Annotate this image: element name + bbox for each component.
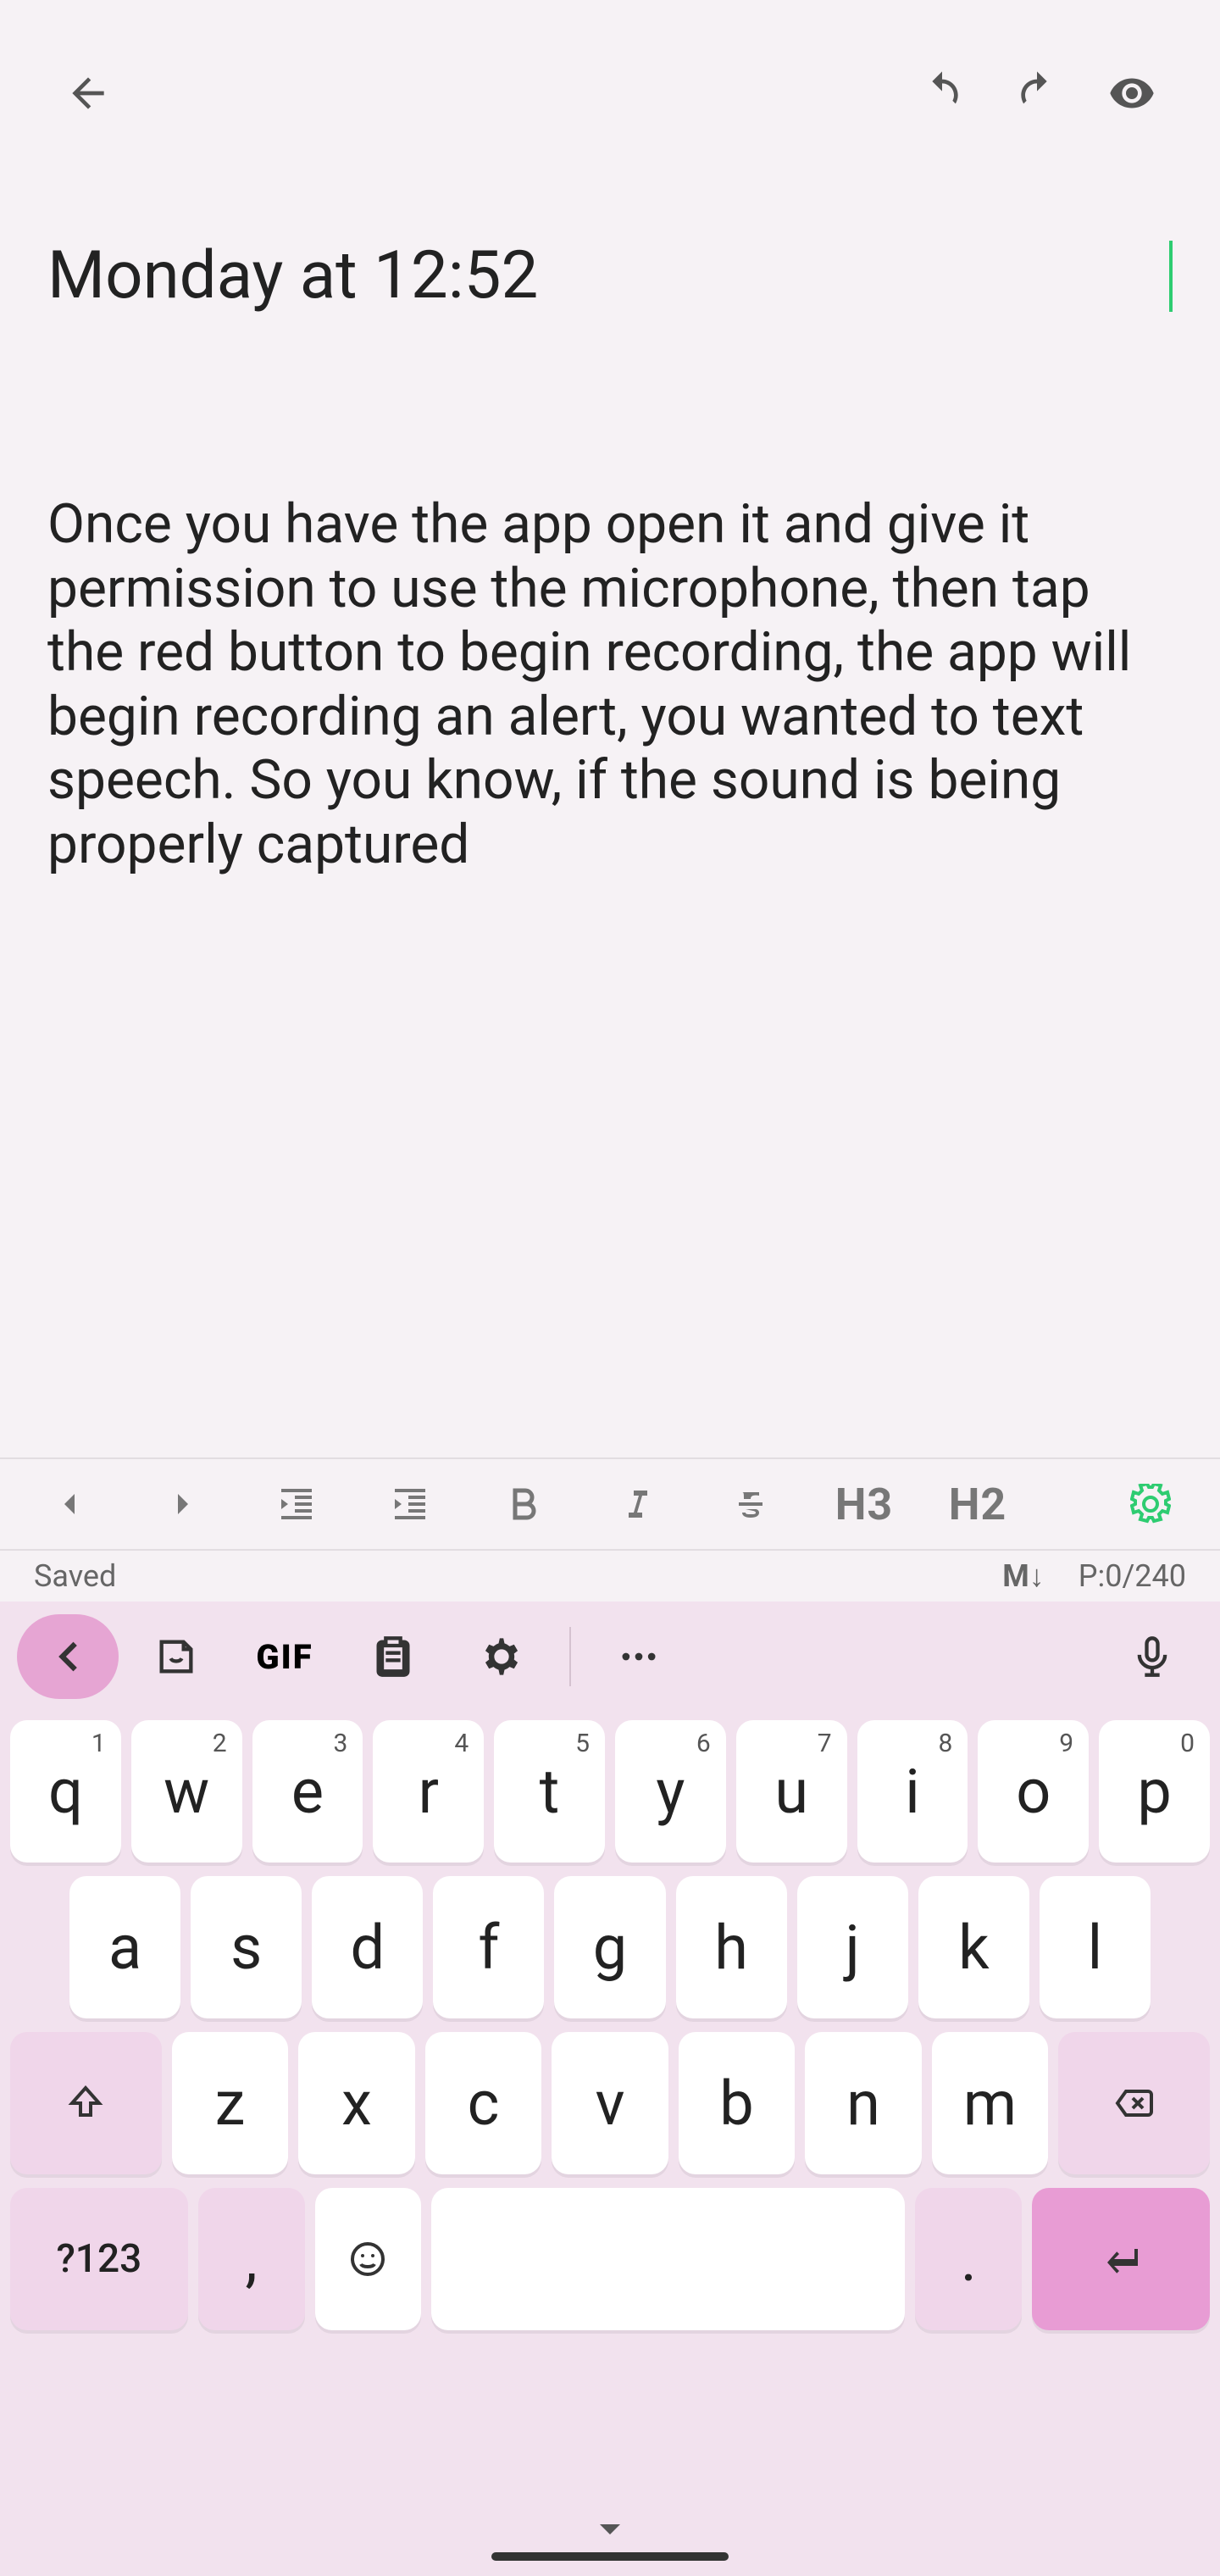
comma-key[interactable]: , (198, 2188, 305, 2330)
app-bar (0, 0, 1220, 153)
undo-icon (918, 69, 966, 117)
stickers-button[interactable] (125, 1614, 227, 1699)
key-a[interactable]: a (69, 1876, 180, 2018)
position-counter: P:0/240 (1079, 1558, 1186, 1594)
chevron-down-icon (590, 2509, 630, 2550)
shift-key[interactable] (10, 2032, 162, 2174)
indent-icon (390, 1484, 430, 1524)
status-bar: Saved M↓ P:0/240 (0, 1551, 1220, 1602)
gear-icon (1130, 1484, 1171, 1524)
back-button[interactable] (51, 56, 125, 130)
period-key[interactable]: . (915, 2188, 1022, 2330)
italic-button[interactable] (602, 1468, 673, 1540)
sticker-icon (154, 1635, 198, 1679)
dismiss-keyboard-button[interactable] (0, 2483, 1220, 2576)
key-r[interactable]: r4 (373, 1720, 484, 1863)
key-b[interactable]: b (679, 2032, 796, 2174)
format-settings-button[interactable] (1115, 1468, 1186, 1540)
eye-icon (1108, 69, 1156, 117)
key-m[interactable]: m (932, 2032, 1049, 2174)
key-f[interactable]: f (433, 1876, 544, 2018)
gear-icon (480, 1635, 524, 1679)
redo-button[interactable] (1000, 56, 1074, 130)
enter-key[interactable] (1032, 2188, 1210, 2330)
clipboard-button[interactable] (342, 1614, 444, 1699)
gesture-nav-bar (491, 2552, 729, 2561)
outdent-icon (276, 1484, 317, 1524)
symbols-key[interactable]: ?123 (10, 2188, 188, 2330)
key-i[interactable]: i8 (857, 1720, 968, 1863)
chevron-left-icon (49, 1484, 90, 1524)
backspace-key[interactable] (1058, 2032, 1210, 2174)
soft-keyboard: GIF q1w2e3r4t5y6u7i8o9p0 asdfghjkl zxcvb… (0, 1602, 1220, 2576)
save-status: Saved (34, 1558, 116, 1594)
key-n[interactable]: n (805, 2032, 922, 2174)
keyboard-row-4: ?123 , . (10, 2188, 1210, 2330)
bold-button[interactable] (488, 1468, 559, 1540)
mic-icon (1130, 1635, 1174, 1679)
key-t[interactable]: t5 (494, 1720, 605, 1863)
enter-icon (1101, 2239, 1141, 2279)
chevron-left-icon (46, 1635, 90, 1679)
smile-icon (347, 2239, 388, 2279)
voice-input-button[interactable] (1101, 1614, 1203, 1699)
chevron-right-icon (163, 1484, 203, 1524)
indent-button[interactable] (374, 1468, 446, 1540)
text-cursor (1169, 241, 1173, 312)
key-o[interactable]: o9 (978, 1720, 1089, 1863)
heading2-button[interactable]: H2 (942, 1468, 1013, 1540)
keyboard-row-3: zxcvbnm (10, 2032, 1210, 2174)
outdent-button[interactable] (261, 1468, 332, 1540)
key-s[interactable]: s (191, 1876, 302, 2018)
strikethrough-button[interactable] (715, 1468, 786, 1540)
note-title-input[interactable]: Monday at 12:52 (47, 153, 1173, 314)
heading3-button[interactable]: H3 (829, 1468, 900, 1540)
editor-area: Monday at 12:52 Once you have the app op… (0, 153, 1220, 1001)
key-x[interactable]: x (298, 2032, 415, 2174)
key-p[interactable]: p0 (1099, 1720, 1210, 1863)
emoji-key[interactable] (315, 2188, 422, 2330)
key-e[interactable]: e3 (252, 1720, 363, 1863)
formatting-toolbar: H3 H2 (0, 1457, 1220, 1551)
key-y[interactable]: y6 (615, 1720, 726, 1863)
key-g[interactable]: g (554, 1876, 665, 2018)
keyboard-row-1: q1w2e3r4t5y6u7i8o9p0 (10, 1720, 1210, 1863)
key-v[interactable]: v (552, 2032, 668, 2174)
more-tools-button[interactable] (588, 1614, 690, 1699)
keyboard-row-2: asdfghjkl (10, 1876, 1210, 2018)
note-body-input[interactable]: Once you have the app open it and give i… (47, 492, 1173, 1001)
key-u[interactable]: u7 (736, 1720, 847, 1863)
key-h[interactable]: h (676, 1876, 787, 2018)
scroll-right-button[interactable] (147, 1468, 219, 1540)
collapse-tools-button[interactable] (17, 1614, 119, 1699)
italic-icon (617, 1484, 657, 1524)
undo-button[interactable] (905, 56, 979, 130)
keyboard-settings-button[interactable] (451, 1614, 552, 1699)
redo-icon (1013, 69, 1061, 117)
scroll-left-button[interactable] (34, 1468, 105, 1540)
key-k[interactable]: k (918, 1876, 1029, 2018)
more-horizontal-icon (617, 1635, 661, 1679)
backspace-icon (1114, 2083, 1155, 2124)
separator (569, 1627, 571, 1686)
arrow-left-icon (64, 69, 112, 117)
gif-button[interactable]: GIF (234, 1614, 336, 1699)
key-c[interactable]: c (425, 2032, 542, 2174)
keyboard-tool-row: GIF (0, 1602, 1220, 1712)
key-w[interactable]: w2 (131, 1720, 242, 1863)
strikethrough-icon (730, 1484, 771, 1524)
key-j[interactable]: j (797, 1876, 908, 2018)
shift-icon (65, 2083, 106, 2124)
key-l[interactable]: l (1040, 1876, 1151, 2018)
preview-button[interactable] (1095, 56, 1169, 130)
bold-icon (503, 1484, 544, 1524)
space-key[interactable] (431, 2188, 905, 2330)
key-d[interactable]: d (312, 1876, 423, 2018)
markdown-indicator: M↓ (1002, 1558, 1045, 1594)
key-z[interactable]: z (172, 2032, 289, 2174)
clipboard-icon (371, 1635, 415, 1679)
key-q[interactable]: q1 (10, 1720, 121, 1863)
